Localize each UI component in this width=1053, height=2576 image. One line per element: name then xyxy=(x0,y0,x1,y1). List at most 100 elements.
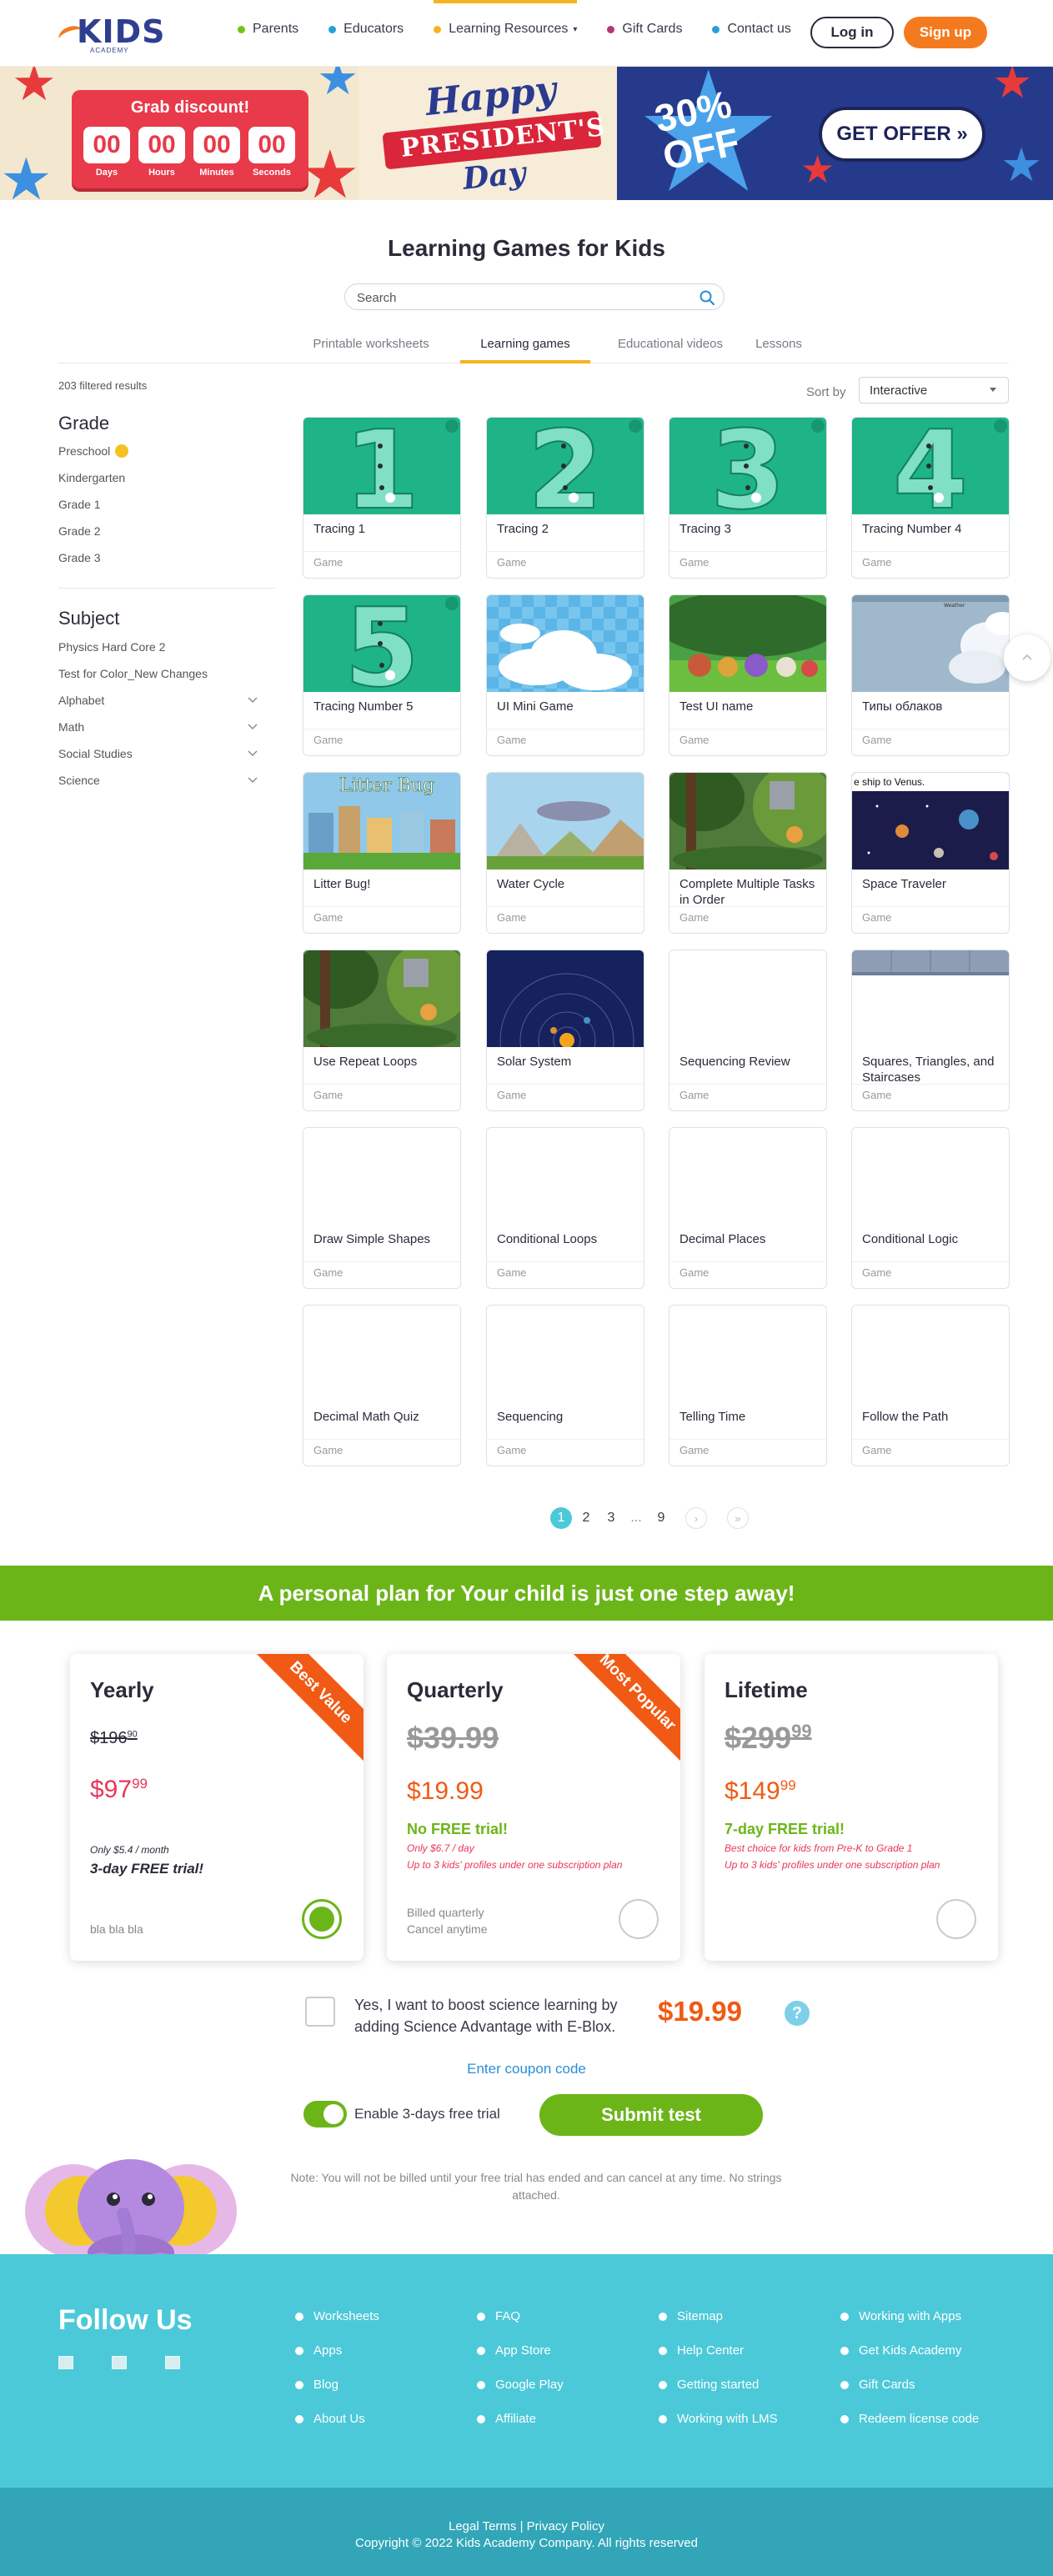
footer-link[interactable]: Working with Apps xyxy=(840,2309,961,2323)
plan-card-lifetime[interactable]: Lifetime $29999 $14999 7-day FREE trial! Bes… xyxy=(705,1654,998,1961)
footer-link[interactable]: Worksheets xyxy=(295,2309,379,2323)
chevron-down-icon[interactable] xyxy=(247,747,258,759)
game-card[interactable]: 1 Tracing 1 Game xyxy=(303,417,461,579)
footer-link[interactable]: Google Play xyxy=(477,2378,564,2392)
grade-filter-kindergarten[interactable]: Kindergarten xyxy=(58,471,267,484)
plan-radio[interactable] xyxy=(936,1899,976,1939)
nav-item[interactable]: Educators xyxy=(328,22,404,37)
next-page-icon[interactable]: › xyxy=(685,1507,707,1529)
game-card[interactable]: e ship to Venus. Space Traveler Game xyxy=(851,772,1010,934)
subject-filter[interactable]: Physics Hard Core 2 xyxy=(58,640,267,654)
free-trial-toggle[interactable] xyxy=(303,2101,347,2127)
footer-link[interactable]: Getting started xyxy=(659,2378,759,2392)
search-box[interactable] xyxy=(344,283,725,310)
tab-educational-videos[interactable]: Educational videos xyxy=(612,337,729,363)
game-card[interactable]: Litter Bug Litter Bug! Game xyxy=(303,772,461,934)
subject-filter[interactable]: Science xyxy=(58,774,267,787)
game-card[interactable]: Draw Simple Shapes Game xyxy=(303,1127,461,1289)
search-input[interactable] xyxy=(357,289,690,306)
subject-filter[interactable]: Math xyxy=(58,720,267,734)
submit-button[interactable]: Submit test xyxy=(539,2094,763,2136)
footer-link[interactable]: FAQ xyxy=(477,2309,520,2323)
chevron-down-icon[interactable] xyxy=(247,720,258,732)
nav-item[interactable]: Gift Cards xyxy=(607,22,682,37)
game-card[interactable]: Sequencing Game xyxy=(486,1305,644,1466)
page-3-button[interactable]: 3 xyxy=(600,1507,622,1529)
grade-filter-preschool[interactable]: Preschool xyxy=(58,444,267,458)
plan-ribbon: Most Popular xyxy=(569,1654,680,1762)
scroll-up-button[interactable] xyxy=(1004,634,1050,681)
tab-printable-worksheets[interactable]: Printable worksheets xyxy=(308,337,434,363)
game-card[interactable]: Conditional Logic Game xyxy=(851,1127,1010,1289)
nav-item[interactable]: Contact us xyxy=(712,22,791,37)
tab-learning-games[interactable]: Learning games xyxy=(460,337,590,363)
footer-link[interactable]: Redeem license code xyxy=(840,2412,979,2426)
game-card[interactable]: 5 Tracing Number 5 Game xyxy=(303,594,461,756)
game-type-label: Game xyxy=(313,1089,343,1101)
game-card[interactable]: Conditional Loops Game xyxy=(486,1127,644,1289)
page-2-button[interactable]: 2 xyxy=(575,1507,597,1529)
nav-item[interactable]: Learning Resources ▾ xyxy=(434,0,578,37)
site-header: KIDS ACADEMY Parents Educators Learning Re… xyxy=(0,0,1053,67)
coupon-link[interactable]: Enter coupon code xyxy=(0,2061,1053,2077)
plan-radio[interactable] xyxy=(302,1899,342,1939)
game-card[interactable]: 4 Tracing Number 4 Game xyxy=(851,417,1010,579)
legal-links[interactable]: Legal Terms | Privacy Policy xyxy=(0,2519,1053,2533)
game-card[interactable]: Telling Time Game xyxy=(669,1305,827,1466)
footer-link[interactable]: Gift Cards xyxy=(840,2378,915,2392)
game-card[interactable]: Squares, Triangles, and Staircases Game xyxy=(851,950,1010,1111)
footer-link[interactable]: Get Kids Academy xyxy=(840,2343,961,2358)
footer-link[interactable]: Blog xyxy=(295,2378,338,2392)
subject-filter[interactable]: Alphabet xyxy=(58,694,267,707)
sort-select[interactable]: Interactive xyxy=(859,377,1009,403)
page-9-button[interactable]: 9 xyxy=(650,1507,672,1529)
game-card[interactable]: Sequencing Review Game xyxy=(669,950,827,1111)
last-page-icon[interactable]: » xyxy=(727,1507,749,1529)
chevron-down-icon[interactable] xyxy=(247,774,258,785)
grade-filter-grade-1[interactable]: Grade 1 xyxy=(58,498,267,511)
game-card[interactable]: Use Repeat Loops Game xyxy=(303,950,461,1111)
footer-link[interactable]: Working with LMS xyxy=(659,2412,778,2426)
footer-link[interactable]: App Store xyxy=(477,2343,551,2358)
promo-banner[interactable]: ★ ★ ★ ★ ★ ★ ★ Grab discount! 00 Days 00 Hou… xyxy=(0,67,1053,200)
game-card[interactable]: 3 Tracing 3 Game xyxy=(669,417,827,579)
facebook-icon[interactable] xyxy=(58,2356,73,2369)
game-card[interactable]: Solar System Game xyxy=(486,950,644,1111)
page-1-button[interactable]: 1 xyxy=(550,1507,572,1529)
kids-academy-logo[interactable]: KIDS ACADEMY xyxy=(56,12,165,54)
subject-filter[interactable]: Social Studies xyxy=(58,747,267,760)
game-card[interactable]: 2 Tracing 2 Game xyxy=(486,417,644,579)
science-addon-checkbox[interactable] xyxy=(305,1997,335,2027)
grade-filter-grade-2[interactable]: Grade 2 xyxy=(58,524,267,538)
game-card[interactable]: Water Cycle Game xyxy=(486,772,644,934)
get-offer-button[interactable]: GET OFFER » xyxy=(819,107,985,162)
chevron-down-icon[interactable] xyxy=(247,694,258,705)
search-icon[interactable] xyxy=(699,289,715,306)
footer-link[interactable]: About Us xyxy=(295,2412,365,2426)
tab-lessons[interactable]: Lessons xyxy=(752,337,805,363)
help-icon[interactable]: ? xyxy=(785,2001,810,2026)
plan-card-quarterly[interactable]: Quarterly Most Popular $39.99 $19.99 No FREE… xyxy=(387,1654,680,1961)
footer-link[interactable]: Affiliate xyxy=(477,2412,536,2426)
game-card[interactable]: Weather Типы облаков Game xyxy=(851,594,1010,756)
footer-link[interactable]: Help Center xyxy=(659,2343,744,2358)
game-card[interactable]: Decimal Math Quiz Game xyxy=(303,1305,461,1466)
instagram-icon[interactable] xyxy=(165,2356,180,2369)
footer-link[interactable]: Sitemap xyxy=(659,2309,723,2323)
game-card[interactable]: Complete Multiple Tasks in Order Game xyxy=(669,772,827,934)
twitter-icon[interactable] xyxy=(112,2356,127,2369)
game-card[interactable]: Follow the Path Game xyxy=(851,1305,1010,1466)
free-trial-label: Enable 3-days free trial xyxy=(354,2106,500,2122)
login-button[interactable]: Log in xyxy=(810,17,894,48)
signup-button[interactable]: Sign up xyxy=(904,17,987,48)
subject-filter[interactable]: Test for Color_New Changes xyxy=(58,667,267,680)
game-card[interactable]: UI Mini Game Game xyxy=(486,594,644,756)
footer-link[interactable]: Apps xyxy=(295,2343,342,2358)
nav-item[interactable]: Parents xyxy=(238,22,298,37)
game-card[interactable]: Decimal Places Game xyxy=(669,1127,827,1289)
grade-filter-grade-3[interactable]: Grade 3 xyxy=(58,551,267,564)
plan-radio[interactable] xyxy=(619,1899,659,1939)
game-card[interactable]: Test UI name Game xyxy=(669,594,827,756)
countdown-timer: Grab discount! 00 Days 00 Hours 00 Minutes 00 S… xyxy=(72,90,308,188)
plan-card-yearly[interactable]: Yearly Best Value $19690 $9799 Only $5.4 / m… xyxy=(70,1654,364,1961)
